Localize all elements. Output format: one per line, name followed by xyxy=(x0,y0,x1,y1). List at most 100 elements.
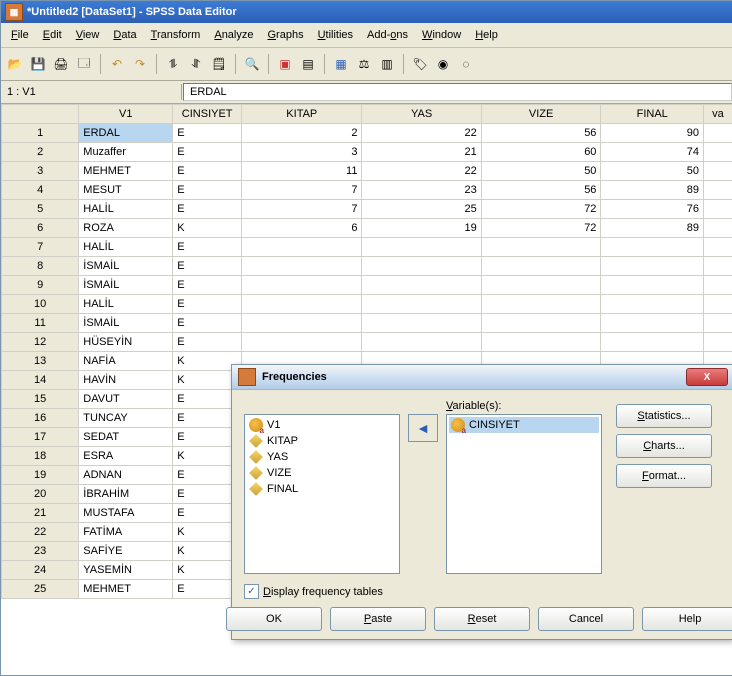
cell-vize[interactable] xyxy=(481,238,601,257)
cell-empty[interactable] xyxy=(703,257,732,276)
cell-final[interactable]: 90 xyxy=(601,124,704,143)
row-header[interactable]: 19 xyxy=(2,466,79,485)
menu-graphs[interactable]: Graphs xyxy=(261,27,309,43)
col-header[interactable]: CINSIYET xyxy=(173,105,242,124)
cell-yas[interactable] xyxy=(362,238,481,257)
table-row[interactable]: 6ROZAK6197289 xyxy=(2,219,732,238)
cell-v1[interactable]: MEHMET xyxy=(79,162,173,181)
format-button[interactable]: Format... xyxy=(616,464,712,488)
table-row[interactable]: 12HÜSEYİNE xyxy=(2,333,732,352)
table-row[interactable]: 9İSMAİLE xyxy=(2,276,732,295)
cell-final[interactable]: 50 xyxy=(601,162,704,181)
cell-kitap[interactable]: 6 xyxy=(242,219,362,238)
goto-var-icon[interactable]: ⥯ xyxy=(186,54,206,74)
row-header[interactable]: 15 xyxy=(2,390,79,409)
list-item[interactable]: V1 xyxy=(247,417,397,433)
cell-vize[interactable]: 60 xyxy=(481,143,601,162)
cell-empty[interactable] xyxy=(703,162,732,181)
cell-v1[interactable]: HALİL xyxy=(79,238,173,257)
cell-kitap[interactable] xyxy=(242,276,362,295)
cell-vize[interactable]: 72 xyxy=(481,219,601,238)
cell-kitap[interactable] xyxy=(242,314,362,333)
cell-final[interactable]: 89 xyxy=(601,181,704,200)
display-frequency-checkbox[interactable]: ✓ xyxy=(244,584,259,599)
cell-cinsiyet[interactable]: E xyxy=(173,124,242,143)
cell-v1[interactable]: SAFİYE xyxy=(79,542,173,561)
row-header[interactable]: 9 xyxy=(2,276,79,295)
customize-icon[interactable]: ◌ xyxy=(456,54,476,74)
list-item[interactable]: KITAP xyxy=(247,433,397,449)
goto-case-icon[interactable]: ⥮ xyxy=(163,54,183,74)
cell-kitap[interactable] xyxy=(242,238,362,257)
list-item[interactable]: YAS xyxy=(247,449,397,465)
cell-v1[interactable]: DAVUT xyxy=(79,390,173,409)
table-row[interactable]: 2MuzafferE3216074 xyxy=(2,143,732,162)
use-sets-icon[interactable]: ◉ xyxy=(433,54,453,74)
row-header[interactable]: 13 xyxy=(2,352,79,371)
col-header[interactable]: va xyxy=(703,105,732,124)
cell-v1[interactable]: İSMAİL xyxy=(79,257,173,276)
row-header[interactable]: 2 xyxy=(2,143,79,162)
cell-final[interactable] xyxy=(601,238,704,257)
menu-file[interactable]: File xyxy=(5,27,35,43)
cell-cinsiyet[interactable]: K xyxy=(173,219,242,238)
cell-v1[interactable]: HALİL xyxy=(79,295,173,314)
row-header[interactable]: 1 xyxy=(2,124,79,143)
cell-empty[interactable] xyxy=(703,238,732,257)
cell-kitap[interactable] xyxy=(242,295,362,314)
cell-yas[interactable]: 23 xyxy=(362,181,481,200)
cell-cinsiyet[interactable]: E xyxy=(173,143,242,162)
row-header[interactable]: 7 xyxy=(2,238,79,257)
cell-kitap[interactable] xyxy=(242,333,362,352)
cell-yas[interactable]: 25 xyxy=(362,200,481,219)
cell-cinsiyet[interactable]: E xyxy=(173,200,242,219)
cell-cinsiyet[interactable]: E xyxy=(173,162,242,181)
table-row[interactable]: 7HALİLE xyxy=(2,238,732,257)
cell-value-editor[interactable]: ERDAL xyxy=(183,83,732,101)
cell-v1[interactable]: SEDAT xyxy=(79,428,173,447)
cell-yas[interactable]: 19 xyxy=(362,219,481,238)
cell-cinsiyet[interactable]: E xyxy=(173,333,242,352)
row-header[interactable]: 8 xyxy=(2,257,79,276)
row-header[interactable]: 6 xyxy=(2,219,79,238)
row-header[interactable]: 11 xyxy=(2,314,79,333)
list-item[interactable]: FINAL xyxy=(247,481,397,497)
table-row[interactable]: 8İSMAİLE xyxy=(2,257,732,276)
menu-analyze[interactable]: Analyze xyxy=(208,27,259,43)
variables-icon[interactable]: 🗒 xyxy=(209,54,229,74)
cell-cinsiyet[interactable]: E xyxy=(173,276,242,295)
cell-yas[interactable]: 22 xyxy=(362,124,481,143)
cell-final[interactable]: 74 xyxy=(601,143,704,162)
row-header[interactable]: 4 xyxy=(2,181,79,200)
cell-empty[interactable] xyxy=(703,181,732,200)
row-header[interactable]: 16 xyxy=(2,409,79,428)
cell-vize[interactable]: 50 xyxy=(481,162,601,181)
row-header[interactable]: 20 xyxy=(2,485,79,504)
cell-vize[interactable] xyxy=(481,314,601,333)
cell-empty[interactable] xyxy=(703,333,732,352)
menu-edit[interactable]: Edit xyxy=(37,27,68,43)
menu-utilities[interactable]: Utilities xyxy=(312,27,359,43)
data-grid[interactable]: V1 CINSIYET KITAP YAS VIZE FINAL va 1ERD… xyxy=(1,104,732,675)
cell-vize[interactable] xyxy=(481,295,601,314)
menu-help[interactable]: Help xyxy=(469,27,504,43)
cell-kitap[interactable]: 3 xyxy=(242,143,362,162)
cell-vize[interactable] xyxy=(481,333,601,352)
cell-v1[interactable]: FATİMA xyxy=(79,523,173,542)
open-icon[interactable]: 📂 xyxy=(5,54,25,74)
cell-kitap[interactable]: 2 xyxy=(242,124,362,143)
save-icon[interactable]: 💾 xyxy=(28,54,48,74)
cell-final[interactable] xyxy=(601,333,704,352)
cell-empty[interactable] xyxy=(703,143,732,162)
col-header[interactable]: V1 xyxy=(79,105,173,124)
cell-v1[interactable]: MEHMET xyxy=(79,580,173,599)
cell-v1[interactable]: Muzaffer xyxy=(79,143,173,162)
cell-cinsiyet[interactable]: E xyxy=(173,314,242,333)
charts-button[interactable]: Charts... xyxy=(616,434,712,458)
table-row[interactable]: 5HALİLE7257276 xyxy=(2,200,732,219)
cell-final[interactable]: 89 xyxy=(601,219,704,238)
cell-v1[interactable]: ERDAL xyxy=(79,124,173,143)
paste-button[interactable]: Paste xyxy=(330,607,426,631)
source-variables-list[interactable]: V1KITAPYASVIZEFINAL xyxy=(244,414,400,574)
cell-cinsiyet[interactable]: E xyxy=(173,295,242,314)
